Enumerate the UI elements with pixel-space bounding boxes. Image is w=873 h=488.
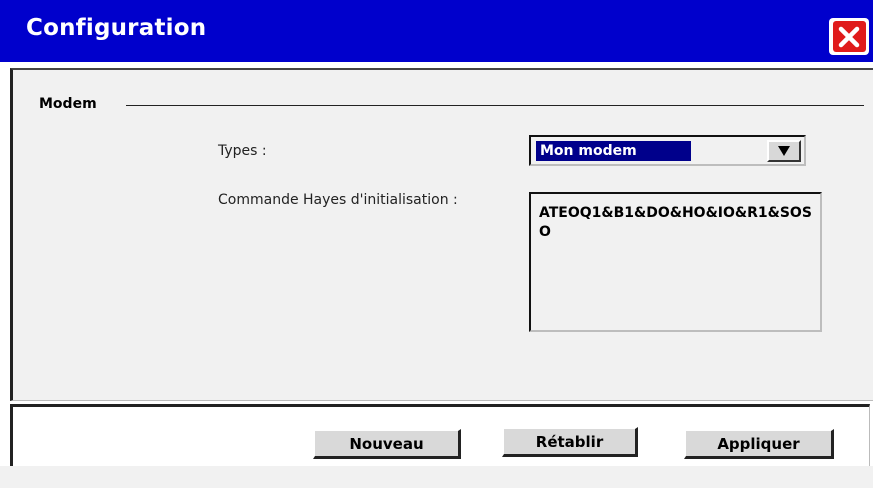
apply-button[interactable]: Appliquer [684, 429, 834, 459]
configuration-dialog: Configuration Modem Types : Mon modem Co… [0, 0, 873, 488]
new-button[interactable]: Nouveau [313, 429, 461, 459]
title-bar[interactable]: Configuration [0, 0, 873, 62]
group-title-modem: Modem [39, 96, 97, 112]
hayes-label: Commande Hayes d'initialisation : [218, 192, 458, 208]
button-bar: Nouveau Rétablir Appliquer [10, 404, 870, 466]
dialog-title: Configuration [26, 15, 207, 41]
types-label: Types : [218, 143, 267, 159]
hayes-command-textarea[interactable]: ATEOQ1&B1&DO&HO&IO&R1&SOSO [529, 192, 822, 332]
group-divider [126, 105, 864, 106]
close-icon [838, 26, 860, 47]
close-button[interactable] [829, 18, 869, 55]
types-dropdown-button[interactable] [767, 140, 801, 162]
modem-panel: Modem Types : Mon modem Commande Hayes d… [10, 68, 873, 401]
types-select[interactable]: Mon modem [529, 135, 806, 166]
bottom-strip [0, 466, 873, 488]
triangle-down-icon [778, 146, 790, 156]
restore-button[interactable]: Rétablir [502, 427, 638, 457]
types-select-value: Mon modem [536, 141, 691, 161]
